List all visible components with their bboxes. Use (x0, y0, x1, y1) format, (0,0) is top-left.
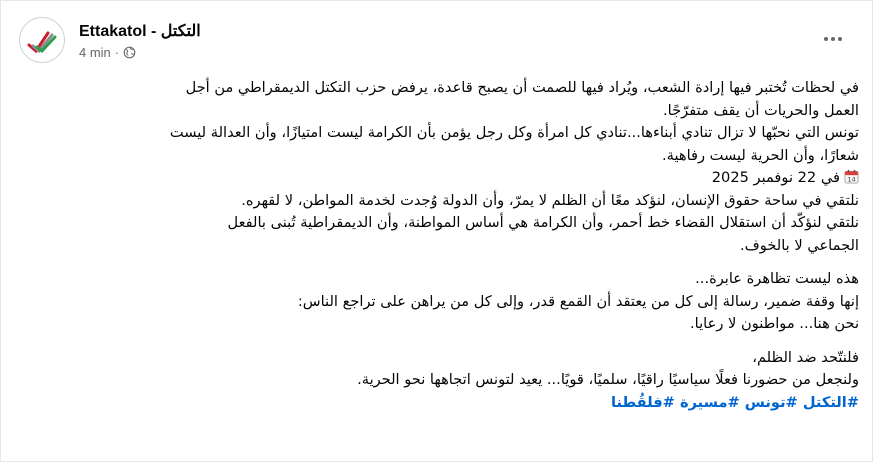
meta-separator: · (114, 45, 120, 60)
page-name[interactable]: Ettakatol - التكتل (79, 21, 201, 41)
post-time[interactable]: 4 min (79, 45, 111, 60)
more-options-icon[interactable] (819, 29, 847, 49)
post-line: ولنجعل من حضورنا فعلًا سياسيًا راقيًا، س… (357, 371, 859, 388)
post-meta: 4 min · (79, 45, 136, 60)
post-line: شعارًا، وأن الحرية ليست رفاهية. (662, 146, 859, 164)
hashtags[interactable]: #التكتل #تونس #مسيرة #فلقُطنا (53, 392, 859, 415)
post-line: في لحظات تُختبر فيها إرادة الشعب، ويُراد… (185, 79, 859, 96)
post-line: العمل والحريات أن يقف متفرّجًا. (663, 101, 859, 119)
post-line: نحن هنا... مواطنون لا رعايا. (690, 315, 859, 332)
post-body: في لحظات تُختبر فيها إرادة الشعب، ويُراد… (53, 77, 859, 414)
date-line: 14 في 22 نوفمبر 2025 (53, 167, 859, 190)
post-header: Ettakatol - التكتل 4 min · (19, 17, 855, 67)
post-line: نلتقي في ساحة حقوق الإنسان، لنؤكد معًا أ… (241, 191, 859, 209)
svg-text:14: 14 (847, 176, 855, 184)
post-line: إنها وقفة ضمير، رسالة إلى كل من يعتقد أن… (297, 292, 859, 310)
globe-icon[interactable] (123, 46, 136, 59)
post-line: فلنتّحد ضد الظلم، (752, 348, 859, 366)
post-line: تونس التي نحبّها لا تزال تنادي أبناءها..… (169, 124, 859, 141)
post-line: نلتقي لنؤكّد أن استقلال القضاء خط أحمر، … (227, 214, 859, 231)
post-line: هذه ليست تظاهرة عابرة... (695, 270, 859, 287)
page-avatar[interactable] (19, 17, 65, 63)
ettakatol-logo (27, 31, 57, 54)
post-card: Ettakatol - التكتل 4 min · في لحظات تُخت… (0, 0, 873, 462)
calendar-icon: 14 (844, 169, 859, 184)
event-date: في 22 نوفمبر 2025 (711, 169, 840, 186)
post-line: الجماعي لا بالخوف. (740, 236, 859, 254)
